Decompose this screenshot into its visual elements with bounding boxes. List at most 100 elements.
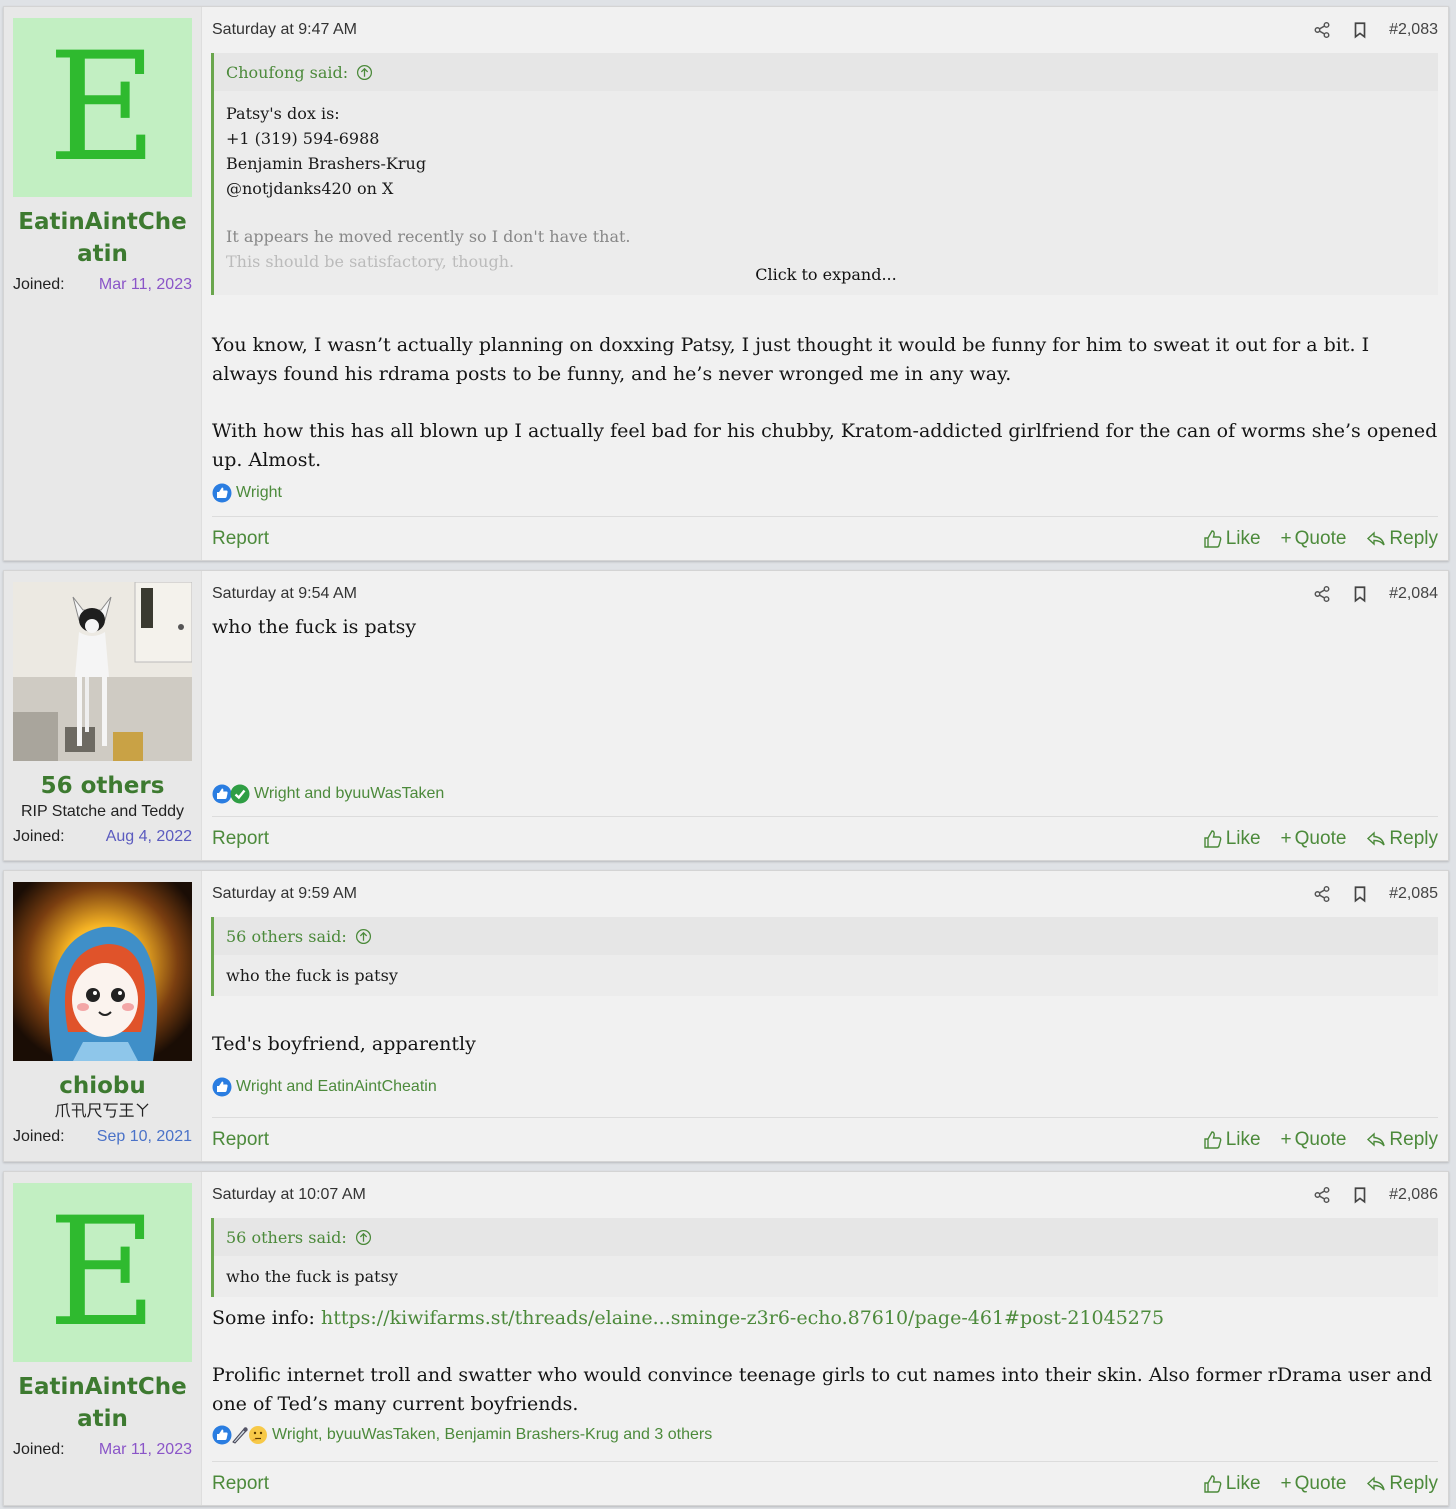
post-2083: E EatinAintCheatin Joined: Mar 11, 2023 … xyxy=(3,6,1449,561)
post-footer: Report Like + Quote Reply xyxy=(212,1461,1438,1505)
quote-content: who the fuck is patsy xyxy=(214,1256,1438,1297)
post-body: Saturday at 10:07 AM #2,086 56 others sa… xyxy=(202,1172,1448,1505)
quote-spacer xyxy=(226,201,1426,224)
thinking-reaction-icon xyxy=(248,1425,268,1445)
avatar[interactable] xyxy=(13,882,192,1061)
reactions-users[interactable]: Wright and EatinAintCheatin xyxy=(236,1078,437,1096)
reply-button[interactable]: Reply xyxy=(1366,828,1438,850)
report-link[interactable]: Report xyxy=(212,528,269,550)
quote-content: Patsy's dox is: +1 (319) 594-6988 Benjam… xyxy=(214,91,1438,295)
click-to-expand-link[interactable]: Click to expand... xyxy=(214,262,1438,287)
plus-icon: + xyxy=(1280,1472,1292,1494)
reactions-users[interactable]: Wright xyxy=(236,484,282,502)
report-link[interactable]: Report xyxy=(212,828,269,850)
check-reaction-icon xyxy=(230,784,250,804)
post-number[interactable]: #2,086 xyxy=(1389,1186,1438,1204)
avatar[interactable]: E xyxy=(13,1183,192,1362)
reply-button[interactable]: Reply xyxy=(1366,1129,1438,1151)
username[interactable]: chiobu xyxy=(13,1070,192,1102)
arrow-up-circle-icon[interactable] xyxy=(355,1229,372,1246)
post-header: Saturday at 9:59 AM #2,085 xyxy=(212,871,1438,917)
quote-author[interactable]: 56 others said: xyxy=(214,1218,1438,1256)
like-reaction-icon xyxy=(212,483,232,503)
message-text: who the fuck is patsy xyxy=(212,613,1438,642)
reply-label: Reply xyxy=(1389,527,1438,549)
reactions-bar[interactable]: Wright and EatinAintCheatin xyxy=(212,1077,1438,1097)
user-panel: chiobu 爪卂尺丂王ㄚ Joined: Sep 10, 2021 xyxy=(4,871,202,1161)
arrow-up-circle-icon[interactable] xyxy=(355,928,372,945)
post-header: Saturday at 9:47 AM #2,083 xyxy=(212,7,1438,53)
like-reaction-icon xyxy=(212,784,232,804)
thumbs-up-icon xyxy=(1203,529,1223,549)
external-link[interactable]: https://kiwifarms.st/threads/elaine...sm… xyxy=(321,1307,1164,1329)
quote-author[interactable]: 56 others said: xyxy=(214,917,1438,955)
share-icon[interactable] xyxy=(1313,585,1331,603)
reply-button[interactable]: Reply xyxy=(1366,1473,1438,1495)
username[interactable]: 56 others xyxy=(13,770,192,802)
username[interactable]: EatinAintCheatin xyxy=(13,1371,192,1435)
post-footer: Report Like + Quote Reply xyxy=(212,1117,1438,1161)
message-paragraph: You know, I wasn’t actually planning on … xyxy=(212,334,1370,385)
quote-button[interactable]: + Quote xyxy=(1281,528,1347,550)
report-link[interactable]: Report xyxy=(212,1473,269,1495)
user-title: RIP Statche and Teddy xyxy=(20,803,185,820)
bookmark-icon[interactable] xyxy=(1351,885,1369,903)
post-timestamp[interactable]: Saturday at 9:54 AM xyxy=(212,585,357,603)
joined-date: Mar 11, 2023 xyxy=(98,276,192,293)
quote-line: +1 (319) 594-6988 xyxy=(226,129,380,148)
post-2085: chiobu 爪卂尺丂王ㄚ Joined: Sep 10, 2021 Satur… xyxy=(3,870,1449,1162)
arrow-up-circle-icon[interactable] xyxy=(356,64,373,81)
reactions-users[interactable]: Wright, byuuWasTaken, Benjamin Brashers-… xyxy=(272,1426,712,1444)
post-timestamp[interactable]: Saturday at 9:47 AM xyxy=(212,21,357,39)
reactions-users[interactable]: Wright and byuuWasTaken xyxy=(254,785,444,803)
like-label: Like xyxy=(1225,1128,1261,1150)
reply-button[interactable]: Reply xyxy=(1366,528,1438,550)
share-icon[interactable] xyxy=(1313,1186,1331,1204)
quote-content: who the fuck is patsy xyxy=(214,955,1438,996)
bookmark-icon[interactable] xyxy=(1351,1186,1369,1204)
share-icon[interactable] xyxy=(1313,21,1331,39)
quote-label: Quote xyxy=(1294,527,1347,549)
post-number[interactable]: #2,083 xyxy=(1389,21,1438,39)
like-reaction-icon xyxy=(212,1425,232,1445)
quote-label: Quote xyxy=(1294,1472,1347,1494)
like-reaction-icon xyxy=(212,1077,232,1097)
joined-date: Mar 11, 2023 xyxy=(98,1441,192,1458)
reply-icon xyxy=(1366,1130,1386,1150)
reply-label: Reply xyxy=(1389,827,1438,849)
username[interactable]: EatinAintCheatin xyxy=(13,206,192,270)
quote-block: Choufong said: Patsy's dox is: +1 (319) … xyxy=(211,53,1438,295)
quote-button[interactable]: + Quote xyxy=(1281,828,1347,850)
bookmark-icon[interactable] xyxy=(1351,21,1369,39)
cat-photo-avatar xyxy=(13,582,192,761)
bookmark-icon[interactable] xyxy=(1351,585,1369,603)
post-timestamp[interactable]: Saturday at 9:59 AM xyxy=(212,885,357,903)
like-button[interactable]: Like xyxy=(1203,828,1261,850)
message-paragraph: Some info: https://kiwifarms.st/threads/… xyxy=(212,1304,1438,1333)
like-button[interactable]: Like xyxy=(1203,1473,1261,1495)
quote-button[interactable]: + Quote xyxy=(1281,1473,1347,1495)
reactions-bar[interactable]: Wright xyxy=(212,483,1438,503)
quote-author[interactable]: Choufong said: xyxy=(214,53,1438,91)
share-icon[interactable] xyxy=(1313,885,1331,903)
post-timestamp[interactable]: Saturday at 10:07 AM xyxy=(212,1186,366,1204)
avatar[interactable]: E xyxy=(13,18,192,197)
post-header: Saturday at 9:54 AM #2,084 xyxy=(212,571,1438,617)
quote-button[interactable]: + Quote xyxy=(1281,1129,1347,1151)
reactions-bar[interactable]: Wright and byuuWasTaken xyxy=(212,784,444,804)
reactions-bar[interactable]: Wright, byuuWasTaken, Benjamin Brashers-… xyxy=(212,1425,1438,1445)
anime-avatar xyxy=(13,882,192,1061)
message-text: You know, I wasn’t actually planning on … xyxy=(212,331,1438,475)
quote-author-label: 56 others said: xyxy=(226,926,347,946)
post-number[interactable]: #2,084 xyxy=(1389,585,1438,603)
avatar[interactable] xyxy=(13,582,192,761)
joined-row: Joined: Mar 11, 2023 xyxy=(13,273,192,297)
report-link[interactable]: Report xyxy=(212,1129,269,1151)
quote-block: 56 others said: who the fuck is patsy xyxy=(211,1218,1438,1297)
reply-label: Reply xyxy=(1389,1472,1438,1494)
post-number[interactable]: #2,085 xyxy=(1389,885,1438,903)
quote-line: who the fuck is patsy xyxy=(226,966,398,985)
like-button[interactable]: Like xyxy=(1203,1129,1261,1151)
post-body: Saturday at 9:54 AM #2,084 who the fuck … xyxy=(202,571,1448,860)
like-button[interactable]: Like xyxy=(1203,528,1261,550)
